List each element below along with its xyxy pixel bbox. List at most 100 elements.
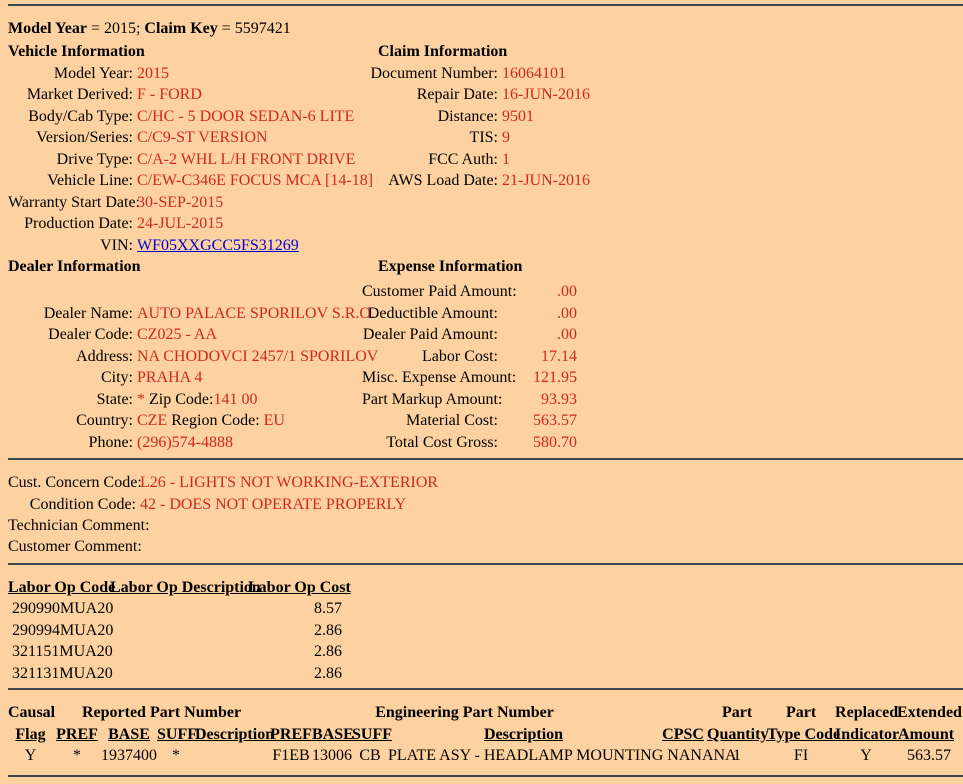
phone-label: Phone: <box>8 432 133 453</box>
field-value: L26 - LIGHTS NOT WORKING-EXTERIOR <box>136 472 963 493</box>
field-value: PRAHA 4 <box>133 367 362 388</box>
part-quantity-group-header: Part <box>707 702 767 723</box>
vin-label: VIN: <box>8 235 133 256</box>
info-row: Dealer Code: CZ025 - AA Dealer Paid Amou… <box>8 324 963 345</box>
field-label: Labor Cost: <box>362 346 498 367</box>
region-code-value: EU <box>264 412 285 429</box>
vehicle-information-heading: Vehicle Information <box>8 41 362 62</box>
field-label: Technician Comment: <box>8 515 136 536</box>
extended-group-header: Extended <box>897 702 955 723</box>
field-value: 1 <box>498 149 963 170</box>
reported-base: 1937400 <box>101 745 157 766</box>
reported-pref: * <box>53 745 101 766</box>
reported-base-header: BASE <box>101 724 157 745</box>
vin-link[interactable]: WF05XXGCC5FS31269 <box>137 237 299 254</box>
info-row: City: PRAHA 4 Misc. Expense Amount: 121.… <box>8 367 963 388</box>
engineering-suff: CB <box>352 745 388 766</box>
amount-header: Amount <box>897 724 955 745</box>
field-label: Material Cost: <box>362 410 498 431</box>
field-value: NA CHODOVCI 2457/1 SPORILOV <box>133 346 362 367</box>
model-year-key-value: 2015 <box>104 20 136 37</box>
field-label: FCC Auth: <box>362 149 498 170</box>
engineering-part-number-group-header: Engineering Part Number <box>270 702 659 723</box>
labor-op-description <box>110 598 248 619</box>
field-value: 21-JUN-2016 <box>498 170 963 191</box>
expense-information-heading: Expense Information <box>362 256 963 277</box>
field-label: Condition Code: <box>8 494 136 515</box>
field-value: 9 <box>498 127 963 148</box>
field-label: Address: <box>8 346 133 367</box>
info-row: Address: NA CHODOVCI 2457/1 SPORILOV Lab… <box>8 346 963 367</box>
table-row: 321131MUA20 2.86 <box>8 663 963 684</box>
field-label: Customer Paid Amount: <box>362 281 498 302</box>
divider <box>8 775 963 777</box>
field-value: 24-JUL-2015 <box>133 213 362 234</box>
info-row: Phone: (296)574-4888 Total Cost Gross: 5… <box>8 432 963 453</box>
divider <box>8 563 963 565</box>
reported-description <box>195 745 270 766</box>
field-label: Warranty Start Date: <box>8 192 133 213</box>
field-label: Cust. Concern Code: <box>8 472 136 493</box>
labor-op-code: 321151MUA20 <box>8 641 110 662</box>
field-value: C/EW-C346E FOCUS MCA [14-18] <box>133 170 362 191</box>
engineering-suff-header: SUFF <box>352 724 388 745</box>
info-row: Body/Cab Type: C/HC - 5 DOOR SEDAN-6 LIT… <box>8 106 963 127</box>
extended-amount: 563.57 <box>897 745 955 766</box>
field-label: City: <box>8 367 133 388</box>
region-code-label: Region Code: <box>171 412 259 429</box>
equals-sign: = <box>222 20 231 37</box>
labor-op-code-header: Labor Op Code <box>8 577 110 598</box>
model-year-key-label: Model Year <box>8 20 87 37</box>
causal-group-header: Causal <box>8 702 53 723</box>
labor-op-cost: 2.86 <box>248 641 342 662</box>
field-label: TIS: <box>362 127 498 148</box>
field-label: Drive Type: <box>8 149 133 170</box>
info-row: Version/Series: C/C9-ST VERSION TIS: 9 <box>8 127 963 148</box>
field-value: .00 <box>498 324 577 345</box>
reported-pref-header: PREF <box>53 724 101 745</box>
reported-part-number-group-header: Reported Part Number <box>53 702 270 723</box>
labor-op-description <box>110 663 248 684</box>
divider <box>8 4 963 6</box>
info-row: Customer Paid Amount: .00 <box>8 281 963 302</box>
labor-table-header: Labor Op Code Labor Op Description Labor… <box>8 577 963 598</box>
phone-value: (296)574-4888 <box>133 432 362 453</box>
field-label: Vehicle Line: <box>8 170 133 191</box>
country-value: CZE <box>137 412 167 429</box>
flag-header: Flag <box>8 724 53 745</box>
zip-label: Zip Code: <box>149 391 213 408</box>
info-row: Drive Type: C/A-2 WHL L/H FRONT DRIVE FC… <box>8 149 963 170</box>
labor-op-cost-header: Labor Op Cost <box>248 577 342 598</box>
field-label: Total Cost Gross: <box>362 432 498 453</box>
divider <box>8 688 963 690</box>
field-label: Model Year: <box>8 63 133 84</box>
table-row: 290990MUA20 8.57 <box>8 598 963 619</box>
part-table-group-header-row: Causal Reported Part Number Engineering … <box>8 702 955 723</box>
dealer-information-heading: Dealer Information <box>8 256 362 277</box>
info-row: VIN: WF05XXGCC5FS31269 <box>8 235 963 256</box>
reported-suff: * <box>157 745 195 766</box>
engineering-description: PLATE ASY - HEADLAMP MOUNTING NANANA <box>388 745 659 766</box>
field-value: AUTO PALACE SPORILOV S.R.O. <box>133 303 362 324</box>
field-value: C/HC - 5 DOOR SEDAN-6 LITE <box>133 106 362 127</box>
claim-information-heading: Claim Information <box>362 41 963 62</box>
field-value: 580.70 <box>498 432 577 453</box>
field-label: AWS Load Date: <box>362 170 498 191</box>
field-value: 17.14 <box>498 346 577 367</box>
info-row: Condition Code: 42 - DOES NOT OPERATE PR… <box>8 494 963 515</box>
field-value: 563.57 <box>498 410 577 431</box>
info-row: Cust. Concern Code: L26 - LIGHTS NOT WOR… <box>8 472 963 493</box>
field-label: Repair Date: <box>362 84 498 105</box>
table-row: 321151MUA20 2.86 <box>8 641 963 662</box>
engineering-base-header: BASE <box>312 724 352 745</box>
field-value: CZ025 - AA <box>133 324 362 345</box>
claim-key-value: 5597421 <box>235 20 291 37</box>
claim-summary-title: Model Year = 2015; Claim Key = 5597421 <box>8 18 963 39</box>
field-value: 9501 <box>498 106 963 127</box>
info-row: Market Derived: F - FORD Repair Date: 16… <box>8 84 963 105</box>
field-label: Market Derived: <box>8 84 133 105</box>
causal-flag: Y <box>8 745 53 766</box>
field-value <box>136 536 963 557</box>
claim-detail-page: Model Year = 2015; Claim Key = 5597421 V… <box>0 4 963 777</box>
replaced-group-header: Replaced <box>835 702 897 723</box>
